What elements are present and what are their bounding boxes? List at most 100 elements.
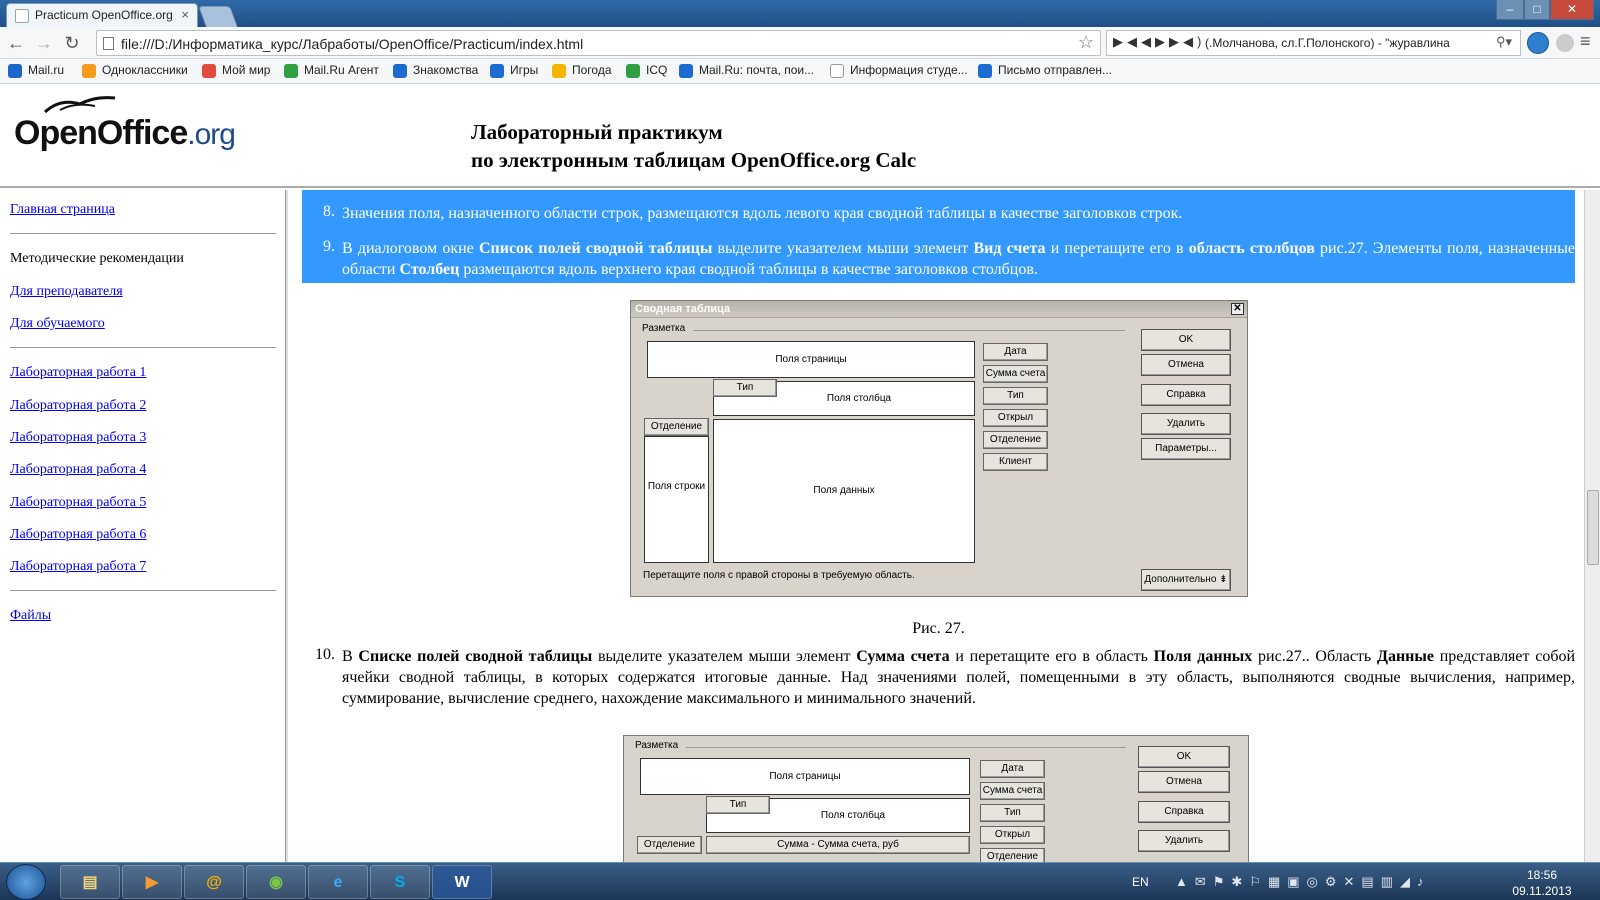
pivot-table-dialog-2: Разметка Поля страницы Поля столбца Тип … xyxy=(623,735,1249,862)
search-icon[interactable]: ⚲▾ xyxy=(1496,34,1512,50)
menu-icon[interactable]: ≡ xyxy=(1580,31,1591,52)
delete-button[interactable]: Удалить xyxy=(1138,830,1230,852)
icq-icon xyxy=(626,64,640,78)
reload-icon[interactable]: ↻ xyxy=(60,31,84,55)
group-label: Разметка xyxy=(642,323,686,334)
sidebar-link-lab-7[interactable]: Лабораторная работа 7 xyxy=(10,559,146,575)
field-department[interactable]: Отделение xyxy=(983,431,1048,449)
start-button[interactable] xyxy=(6,864,46,900)
bookmark-item[interactable]: Mail.ru xyxy=(8,63,64,78)
bookmark-item[interactable]: Mail.Ru Агент xyxy=(284,63,379,78)
cancel-button[interactable]: Отмена xyxy=(1141,354,1231,376)
field-opened[interactable]: Открыл xyxy=(983,409,1048,427)
field-type[interactable]: Тип xyxy=(983,387,1048,405)
bookmark-item[interactable]: ICQ xyxy=(626,63,667,78)
sidebar-link-lab-5[interactable]: Лабораторная работа 5 xyxy=(10,495,146,511)
media-controls-icon[interactable]: ▶◀◀▶▶◀) xyxy=(1113,34,1205,50)
word-taskbar-icon[interactable]: W xyxy=(432,865,492,899)
address-bar[interactable]: file:///D:/Информатика_курс/Лабработы/Op… xyxy=(96,30,1101,56)
group-label: Разметка xyxy=(635,740,679,751)
field-sum[interactable]: Сумма счета xyxy=(983,365,1048,383)
star-icon[interactable]: ☆ xyxy=(1078,32,1094,53)
field-department[interactable]: Отделение xyxy=(980,848,1045,862)
more-button[interactable]: Дополнительно ⇟ xyxy=(1141,569,1231,591)
paragraph-9: В диалоговом окне Список полей сводной т… xyxy=(342,240,1575,278)
sidebar-link-student[interactable]: Для обучаемого xyxy=(10,316,105,332)
page-fields-area[interactable]: Поля страницы xyxy=(647,341,975,378)
bookmark-item[interactable]: Мой мир xyxy=(202,63,270,78)
field-opened[interactable]: Открыл xyxy=(980,826,1045,844)
vertical-scrollbar[interactable] xyxy=(1584,190,1600,862)
explorer-taskbar-icon[interactable]: ▤ xyxy=(60,865,120,899)
tray-icons[interactable]: ▲✉⚑✱⚐▦▣◎⚙✕▤▥◢♪ xyxy=(1175,874,1430,890)
forward-icon[interactable]: → xyxy=(32,31,56,55)
sidebar-link-home[interactable]: Главная страница xyxy=(10,202,115,218)
clock-date: 09.11.2013 xyxy=(1512,884,1572,898)
extension-icon[interactable] xyxy=(1527,32,1549,54)
scrollbar-thumb[interactable] xyxy=(1587,490,1599,565)
field-client[interactable]: Клиент xyxy=(983,453,1048,471)
ok-button[interactable]: OK xyxy=(1141,329,1231,351)
help-button[interactable]: Справка xyxy=(1138,801,1230,823)
bookmark-item[interactable]: Письмо отправлен... xyxy=(978,63,1112,78)
field-date[interactable]: Дата xyxy=(983,343,1048,361)
chrome-taskbar-icon[interactable]: ◉ xyxy=(246,865,306,899)
delete-button[interactable]: Удалить xyxy=(1141,413,1231,435)
help-button[interactable]: Справка xyxy=(1141,384,1231,406)
close-icon[interactable]: ✕ xyxy=(1231,303,1244,315)
maximize-button[interactable]: □ xyxy=(1524,0,1550,20)
bookmark-item[interactable]: Знакомства xyxy=(393,63,478,78)
field-date[interactable]: Дата xyxy=(980,760,1045,778)
games-icon xyxy=(490,64,504,78)
sidebar-link-files[interactable]: Файлы xyxy=(10,608,51,624)
field-department-tag[interactable]: Отделение xyxy=(637,836,702,854)
bookmark-item[interactable]: Информация студе... xyxy=(830,63,968,78)
row-fields-area[interactable]: Поля строки xyxy=(644,436,709,563)
browser-titlebar: Practicum OpenOffice.org × – □ ✕ xyxy=(0,0,1600,27)
file-icon xyxy=(103,37,114,50)
bookmark-item[interactable]: Игры xyxy=(490,63,538,78)
at-icon xyxy=(393,64,407,78)
language-indicator[interactable]: EN xyxy=(1132,875,1149,889)
sidebar-link-lab-2[interactable]: Лабораторная работа 2 xyxy=(10,398,146,414)
data-fields-area[interactable]: Поля данных xyxy=(713,419,975,563)
cancel-button[interactable]: Отмена xyxy=(1138,771,1230,793)
bookmark-item[interactable]: Mail.Ru: почта, пои... xyxy=(679,63,814,78)
bookmark-item[interactable]: Погода xyxy=(552,63,612,78)
sidebar-link-lab-1[interactable]: Лабораторная работа 1 xyxy=(10,365,146,381)
sidebar-link-lab-4[interactable]: Лабораторная работа 4 xyxy=(10,462,146,478)
openoffice-logo[interactable]: OpenOffice.org xyxy=(14,114,236,153)
clock-time: 18:56 xyxy=(1526,868,1558,882)
moymir-icon xyxy=(202,64,216,78)
mail-agent-taskbar-icon[interactable]: @ xyxy=(184,865,244,899)
sidebar-link-teacher[interactable]: Для преподавателя xyxy=(10,284,123,300)
data-sum-tag[interactable]: Сумма - Сумма счета, руб xyxy=(706,836,970,854)
list-number: 10. xyxy=(315,646,335,663)
system-clock[interactable]: 18:56 09.11.2013 xyxy=(1512,867,1572,899)
sidebar-link-lab-6[interactable]: Лабораторная работа 6 xyxy=(10,527,146,543)
media-player-taskbar-icon[interactable]: ▶ xyxy=(122,865,182,899)
skype-taskbar-icon[interactable]: S xyxy=(370,865,430,899)
bookmark-item[interactable]: Одноклассники xyxy=(82,63,188,78)
new-tab-button[interactable] xyxy=(198,6,238,27)
tab-practicum[interactable]: Practicum OpenOffice.org × xyxy=(6,3,198,27)
field-type-tag[interactable]: Тип xyxy=(706,796,770,814)
windows-taskbar: ▤ ▶ @ ◉ e S W EN ▲✉⚑✱⚐▦▣◎⚙✕▤▥◢♪ 18:56 09… xyxy=(0,862,1600,900)
close-window-button[interactable]: ✕ xyxy=(1550,0,1594,20)
page-fields-area[interactable]: Поля страницы xyxy=(640,758,970,795)
page-icon xyxy=(15,9,29,23)
field-department-tag[interactable]: Отделение xyxy=(644,418,709,436)
back-icon[interactable]: ← xyxy=(4,31,28,55)
close-tab-icon[interactable]: × xyxy=(181,7,189,22)
field-type-tag[interactable]: Тип xyxy=(713,379,777,397)
sidebar-link-lab-3[interactable]: Лабораторная работа 3 xyxy=(10,430,146,446)
options-button[interactable]: Параметры... xyxy=(1141,438,1231,460)
media-player-bar[interactable]: ▶◀◀▶▶◀) (.Молчанова, сл.Г.Полонского) - … xyxy=(1106,30,1521,56)
extension2-icon[interactable] xyxy=(1556,34,1574,52)
field-type[interactable]: Тип xyxy=(980,804,1045,822)
ie-taskbar-icon[interactable]: e xyxy=(308,865,368,899)
paragraph-8: Значения поля, назначенного области стро… xyxy=(342,205,1183,222)
ok-button[interactable]: OK xyxy=(1138,746,1230,768)
minimize-button[interactable]: – xyxy=(1496,0,1524,20)
field-sum[interactable]: Сумма счета xyxy=(980,782,1045,800)
